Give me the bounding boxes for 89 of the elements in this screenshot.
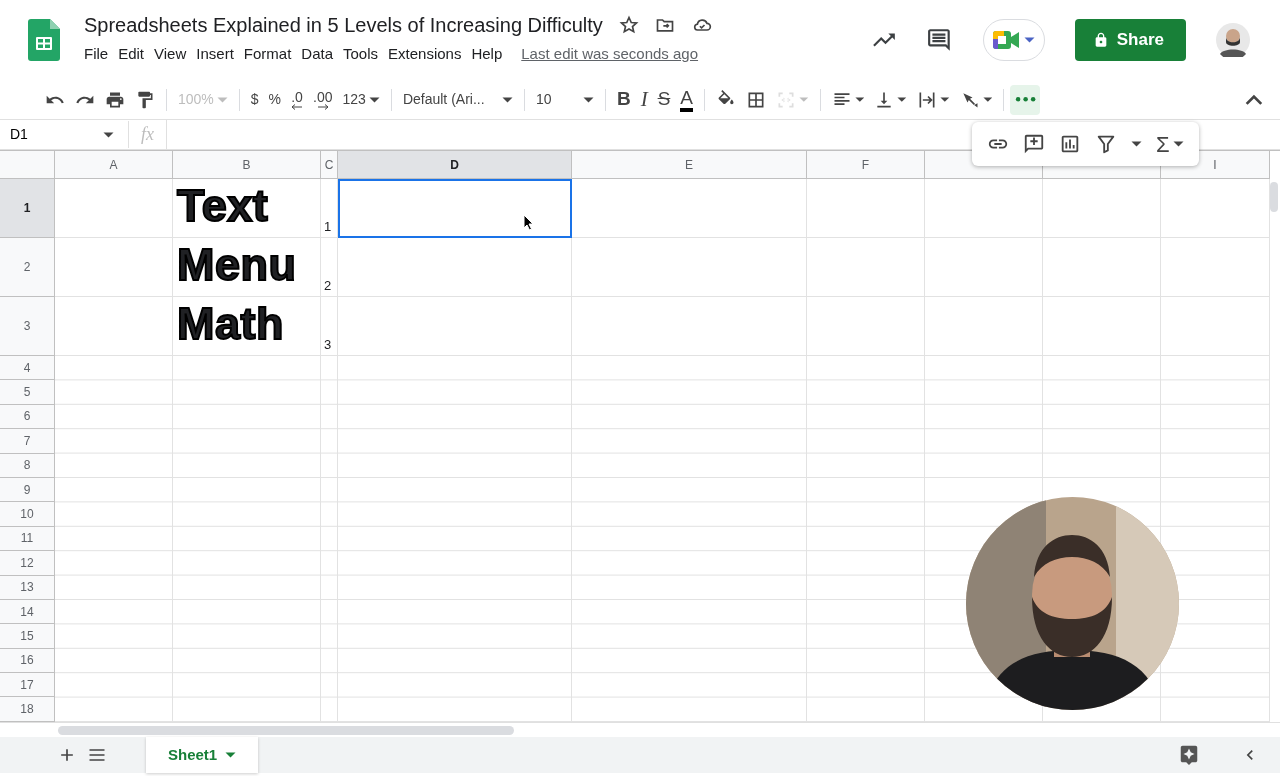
caret-icon xyxy=(982,96,993,103)
table-cell[interactable]: 3 xyxy=(321,297,338,356)
bold-button[interactable]: B xyxy=(611,84,636,115)
column-header[interactable]: C xyxy=(321,151,338,179)
star-icon[interactable] xyxy=(618,14,639,35)
table-cell[interactable]: 1 xyxy=(321,179,338,238)
function-label: fx xyxy=(128,121,166,148)
percent-button[interactable]: % xyxy=(263,84,287,115)
caret-icon xyxy=(225,751,237,758)
sheets-logo-icon[interactable] xyxy=(28,19,60,61)
name-box[interactable]: D1 xyxy=(0,120,120,149)
horizontal-scrollbar[interactable] xyxy=(58,725,514,735)
row-header[interactable]: 5 xyxy=(0,380,55,405)
column-header[interactable]: F xyxy=(807,151,925,179)
row-header[interactable]: 14 xyxy=(0,599,55,625)
row-header[interactable]: 6 xyxy=(0,404,55,430)
chart-icon xyxy=(1059,133,1081,155)
explore-icon[interactable] xyxy=(1178,743,1200,766)
add-comment-icon xyxy=(1023,133,1045,155)
menu-item[interactable]: Insert xyxy=(191,40,239,68)
row-header[interactable]: 3 xyxy=(0,297,55,356)
vertical-scrollbar[interactable] xyxy=(1270,182,1278,212)
table-cell[interactable]: Math xyxy=(173,297,321,356)
table-cell[interactable]: Text xyxy=(173,179,321,238)
menu-item[interactable]: Format xyxy=(238,40,297,68)
avatar[interactable] xyxy=(1216,23,1250,57)
caret-icon xyxy=(216,96,228,103)
row-header[interactable]: 10 xyxy=(0,502,55,527)
menu-item[interactable]: View xyxy=(149,40,192,68)
font-size-dropdown[interactable]: 10 xyxy=(530,84,599,115)
menu-item[interactable]: Help xyxy=(466,40,508,68)
collapse-icon xyxy=(1245,93,1263,106)
caret-icon xyxy=(897,96,907,103)
column-header[interactable]: B xyxy=(173,151,321,179)
column-header[interactable]: E xyxy=(572,151,807,179)
caret-icon xyxy=(799,96,809,103)
row-header[interactable]: 8 xyxy=(0,453,55,478)
document-title[interactable]: Spreadsheets Explained in 5 Levels of Increasing Difficulty xyxy=(84,12,603,37)
font-dropdown[interactable]: Default (Ari... xyxy=(397,84,518,115)
caret-icon xyxy=(103,131,114,138)
share-button[interactable]: Share xyxy=(1074,19,1186,61)
menu-item[interactable]: Data xyxy=(296,40,338,68)
paint-roller-icon xyxy=(135,89,155,110)
caret-icon xyxy=(501,96,513,103)
menu-item[interactable]: Edit xyxy=(113,40,150,68)
row-header[interactable]: 9 xyxy=(0,477,55,503)
menu-item[interactable]: File xyxy=(79,40,114,68)
more-button[interactable] xyxy=(1010,84,1041,115)
row-header[interactable]: 2 xyxy=(0,238,55,297)
row-header[interactable]: 1 xyxy=(0,179,55,238)
selected-cell[interactable] xyxy=(338,179,572,238)
row-header[interactable]: 4 xyxy=(0,356,55,381)
caret-icon xyxy=(1172,141,1184,147)
meet-button[interactable] xyxy=(982,19,1045,61)
left-arrow-icon xyxy=(291,103,304,110)
row-header[interactable]: 7 xyxy=(0,429,55,454)
italic-button[interactable]: I xyxy=(635,84,653,115)
caret-icon xyxy=(1024,37,1036,43)
row-header[interactable]: 18 xyxy=(0,697,55,722)
text-color-button[interactable]: A xyxy=(675,84,698,115)
row-header[interactable]: 13 xyxy=(0,575,55,600)
menu-item[interactable]: Extensions xyxy=(383,40,467,68)
number-format-dropdown[interactable]: 123 xyxy=(337,84,385,115)
caret-icon xyxy=(368,96,380,103)
column-header[interactable]: A xyxy=(55,151,173,179)
row-header[interactable]: 16 xyxy=(0,648,55,674)
currency-button[interactable]: $ xyxy=(245,84,264,115)
column-header[interactable]: D xyxy=(338,151,572,179)
caret-icon xyxy=(854,96,865,103)
more-icon xyxy=(1014,96,1036,103)
row-header[interactable]: 11 xyxy=(0,526,55,552)
filter-icon xyxy=(1095,133,1117,155)
increase-decimal-button[interactable]: .00 xyxy=(308,84,338,115)
menu-item[interactable]: Tools xyxy=(338,40,384,68)
comment-icon[interactable] xyxy=(926,27,953,53)
sheet-tab[interactable]: Sheet1 xyxy=(146,736,259,773)
cursor-icon xyxy=(523,214,534,231)
caret-icon xyxy=(582,96,594,103)
table-cell[interactable]: 2 xyxy=(321,238,338,297)
right-arrow-icon xyxy=(316,103,329,110)
row-header[interactable]: 12 xyxy=(0,551,55,576)
row-header[interactable]: 15 xyxy=(0,624,55,649)
row-header[interactable]: 17 xyxy=(0,673,55,698)
strike-button[interactable]: S xyxy=(652,84,676,115)
decrease-decimal-button[interactable]: .0 xyxy=(286,84,309,115)
last-edit-link[interactable]: Last edit was seconds ago xyxy=(521,42,699,66)
caret-icon xyxy=(1131,141,1142,147)
caret-icon xyxy=(939,96,950,103)
table-cell[interactable]: Menu xyxy=(173,238,321,297)
